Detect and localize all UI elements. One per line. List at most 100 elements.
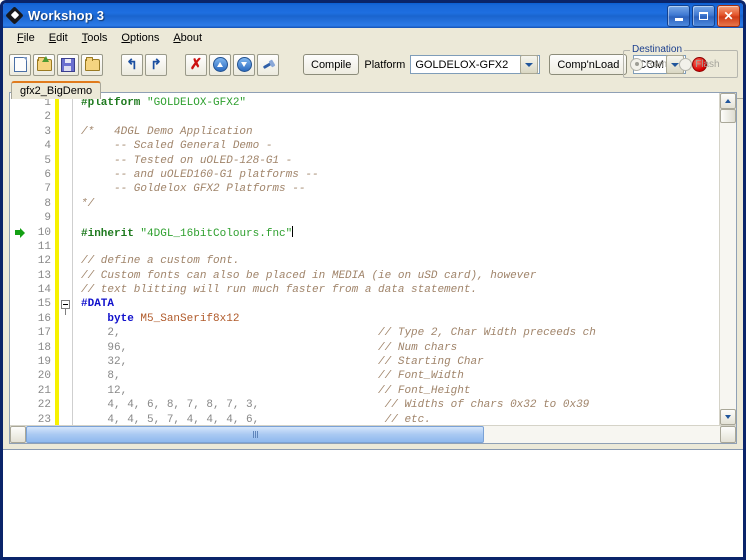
code-token: // Num chars <box>127 341 458 354</box>
fold-slot <box>59 110 72 124</box>
line-number: 18 <box>37 341 51 354</box>
fold-slot <box>59 197 72 211</box>
code-editor-body[interactable]: 123456789101112131415161718192021222324 … <box>10 93 736 425</box>
code-token: #DATA <box>81 298 115 311</box>
vertical-scroll-thumb[interactable] <box>720 109 736 123</box>
menu-options[interactable]: Options <box>114 30 166 46</box>
editor-horizontal-scrollbar[interactable] <box>10 425 736 443</box>
horizontal-scroll-thumb[interactable] <box>26 426 485 443</box>
bookmark-marker-icon[interactable] <box>15 227 26 238</box>
close-button[interactable]: ✕ <box>717 5 740 27</box>
fold-slot <box>59 369 72 383</box>
bookmark-button[interactable] <box>257 53 279 76</box>
line-number: 4 <box>44 140 51 153</box>
save-file-button[interactable] <box>57 53 79 76</box>
delete-icon: ✗ <box>189 56 203 73</box>
code-token: // Font_Width <box>120 370 464 383</box>
fold-collapse-icon[interactable] <box>61 300 70 310</box>
code-token: /* 4DGL Demo Application <box>81 125 253 138</box>
application-window: Workshop 3 ✕ File Edit Tools Options Abo… <box>0 0 746 560</box>
scrollbar-down-button[interactable] <box>720 409 736 425</box>
line-number: 23 <box>37 413 51 425</box>
scroll-down-button[interactable] <box>233 53 255 76</box>
fold-slot <box>59 269 72 283</box>
code-line: #inherit "4DGL_16bitColours.fnc" <box>81 225 736 240</box>
code-line: 2, // Type 2, Char Width preceeds ch <box>81 326 736 340</box>
menu-about[interactable]: About <box>166 30 209 46</box>
code-editor: 123456789101112131415161718192021222324 … <box>9 92 737 444</box>
vertical-scroll-track[interactable] <box>720 109 736 409</box>
code-token: 4, 4, 5, 7, 4, 4, 4, 6, <box>81 413 260 425</box>
code-line: 32, // Starting Char <box>81 355 736 369</box>
code-token: 4, 4, 6, 8, 7, 8, 7, 3, <box>81 399 260 412</box>
open-file-button[interactable] <box>33 53 55 76</box>
open-file-icon <box>36 55 52 71</box>
code-line: byte M5_SanSerif8x12 <box>81 312 736 326</box>
code-token: 2, <box>81 327 121 340</box>
new-file-icon <box>13 57 27 72</box>
menu-file[interactable]: File <box>10 30 42 46</box>
undo-icon: ↰ <box>126 56 138 72</box>
scrollbar-left-button[interactable] <box>10 426 26 443</box>
menu-edit[interactable]: Edit <box>42 30 75 46</box>
line-number: 17 <box>37 327 51 340</box>
line-number: 5 <box>44 154 51 167</box>
toolbar: ↰ ↱ ✗ Compile Platform GOLDELOX-GFX2 Com… <box>3 44 743 81</box>
code-fold-column[interactable] <box>59 93 72 425</box>
code-line: -- Scaled General Demo - <box>81 139 736 153</box>
code-line: 96, // Num chars <box>81 341 736 355</box>
compile-button[interactable]: Compile <box>303 54 360 75</box>
redo-button[interactable]: ↱ <box>145 53 167 76</box>
code-token: -- Tested on uOLED-128-G1 - <box>81 154 293 167</box>
scroll-up-icon <box>212 57 228 72</box>
delete-button[interactable]: ✗ <box>185 53 207 76</box>
fold-slot <box>59 326 72 340</box>
line-number: 3 <box>44 125 51 138</box>
code-token: // define a custom font. <box>81 255 240 268</box>
horizontal-scroll-track[interactable] <box>26 426 720 443</box>
tab-gfx2-bigdemo[interactable]: gfx2_BigDemo <box>11 81 102 99</box>
new-file-button[interactable] <box>9 53 31 76</box>
scroll-up-button[interactable] <box>209 53 231 76</box>
code-line: 8, // Font_Width <box>81 369 736 383</box>
code-line: -- Goldelox GFX2 Platforms -- <box>81 182 736 196</box>
line-number: 20 <box>37 370 51 383</box>
destination-ram-label: Ram <box>646 58 668 70</box>
scrollbar-up-button[interactable] <box>720 93 736 109</box>
fold-slot <box>59 125 72 139</box>
fold-slot <box>59 283 72 297</box>
code-line: // define a custom font. <box>81 254 736 268</box>
line-number: 2 <box>44 111 51 124</box>
folder-icon <box>84 56 100 71</box>
maximize-button[interactable] <box>692 5 715 27</box>
fold-slot <box>59 182 72 196</box>
radio-selected-icon <box>630 57 643 71</box>
scrollbar-right-button[interactable] <box>720 426 736 443</box>
code-text-area[interactable]: #platform "GOLDELOX-GFX2" /* 4DGL Demo A… <box>73 93 736 425</box>
compnload-button[interactable]: Comp'nLoad <box>549 54 628 75</box>
fold-slot <box>59 254 72 268</box>
destination-group: Destination Ram Flash <box>623 44 738 78</box>
destination-radio-flash[interactable]: Flash <box>679 57 720 71</box>
bookmark-icon <box>262 58 275 71</box>
chevron-down-icon[interactable] <box>520 55 539 74</box>
code-token: 8, <box>81 370 121 383</box>
undo-button[interactable]: ↰ <box>121 53 143 76</box>
code-token: -- Goldelox GFX2 Platforms -- <box>81 183 306 196</box>
code-token: M5_SanSerif8x12 <box>140 312 240 325</box>
code-line: // Custom fonts can also be placed in ME… <box>81 269 736 283</box>
fold-slot <box>59 398 72 412</box>
destination-radio-ram[interactable]: Ram <box>630 57 668 71</box>
editor-vertical-scrollbar[interactable] <box>719 93 736 425</box>
platform-select[interactable]: GOLDELOX-GFX2 <box>410 55 541 74</box>
code-token: 96, <box>81 341 128 354</box>
menu-tools[interactable]: Tools <box>75 30 115 46</box>
code-token: // Font_Height <box>127 384 471 397</box>
minimize-button[interactable] <box>667 5 690 27</box>
fold-slot <box>59 413 72 425</box>
code-token: 12, <box>81 384 128 397</box>
open-folder-button[interactable] <box>81 53 103 76</box>
